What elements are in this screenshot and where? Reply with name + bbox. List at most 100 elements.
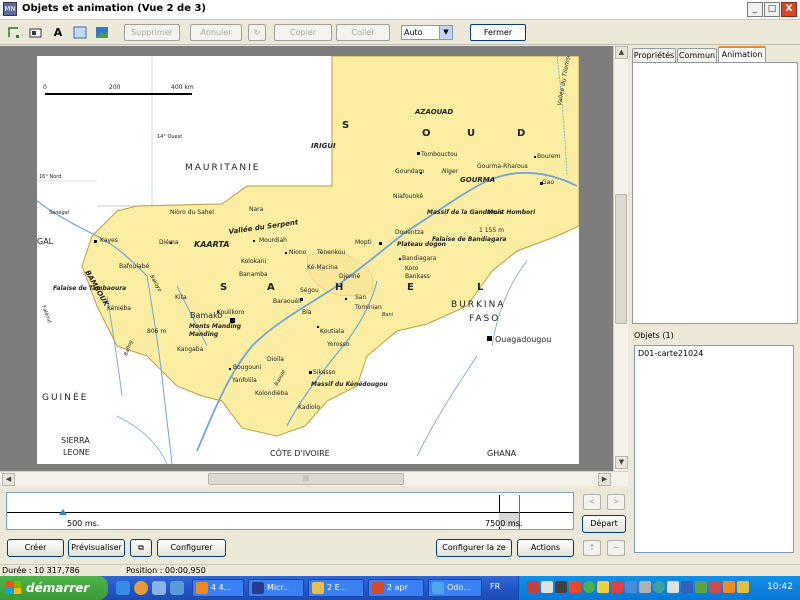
configurer-lente-button[interactable]: Configurer la ze [436, 539, 512, 557]
tab-commun[interactable]: Commun [677, 48, 717, 63]
ie-icon[interactable] [116, 581, 130, 595]
tray-icon-11[interactable] [667, 581, 679, 593]
move-up-button[interactable]: ↑ [583, 540, 601, 556]
tray-icon-1[interactable] [527, 581, 539, 593]
warning-icon[interactable] [597, 581, 609, 593]
tray-icon-3[interactable] [555, 581, 567, 593]
minimize-button[interactable]: _ [747, 2, 763, 17]
taskbar: démarrer 4 4... Micr... 2 E... 2 apr Odo… [0, 576, 800, 600]
label-niono: Niono [289, 249, 307, 256]
previsualiser-button[interactable]: Prévisualiser [68, 539, 125, 557]
creer-button[interactable]: Créer [7, 539, 64, 557]
horizontal-scrollbar[interactable]: ◀ ||| ▶ [0, 471, 628, 486]
toolbar: A Supprimer Annuler ↻ Copier Coller Auto… [0, 21, 800, 45]
depart-button[interactable]: Départ [582, 515, 626, 533]
start-label: démarrer [26, 581, 90, 595]
status-position: Position : 00:00,950 [126, 566, 206, 575]
tray-icon-9[interactable] [639, 581, 651, 593]
latitude-label: 16° Nord [39, 174, 61, 180]
taskbar-item-2[interactable]: Micr... [248, 579, 304, 597]
label-nioro: Nioro du Sahel [170, 209, 214, 216]
tab-proprietes[interactable]: Propriétés [632, 48, 676, 63]
tray-icon-8[interactable] [625, 581, 637, 593]
label-sahel-h: H [335, 282, 343, 293]
configurer-button[interactable]: Configurer [157, 539, 226, 557]
close-view-button[interactable]: Fermer [470, 24, 526, 41]
tray-icon-7[interactable] [611, 581, 623, 593]
tray-icon-12[interactable] [681, 581, 693, 593]
paste-button[interactable]: Coller [336, 24, 390, 41]
tray-icon-15[interactable] [723, 581, 735, 593]
timeline[interactable]: 500 ms. 7500 ms. [6, 492, 574, 530]
horizontal-scroll-thumb[interactable]: ||| [208, 473, 404, 485]
tray-icon-2[interactable] [541, 581, 553, 593]
next-keyframe-button[interactable]: > [607, 494, 625, 510]
label-niafounke: Niafounké [393, 193, 423, 200]
tab-animation[interactable]: Animation [718, 46, 766, 63]
label-koutiala: Koutiala [320, 328, 344, 335]
close-button[interactable]: X [781, 2, 797, 17]
label-tombouctou: Tombouctou [420, 151, 458, 158]
scale-label-400: 400 km [171, 84, 194, 91]
actions-button[interactable]: Actions [517, 539, 574, 557]
tray-icon-13[interactable] [695, 581, 707, 593]
clock[interactable]: 10:42 [767, 582, 793, 592]
vertical-scrollbar[interactable]: ▲ ▼ [613, 46, 628, 471]
map-image[interactable]: 0 200 400 km 14° Ouest 16° Nord IRIGUI A… [37, 56, 579, 464]
taskbar-item-4[interactable]: 2 apr [368, 579, 424, 597]
label-goundam: Goundam [395, 168, 424, 175]
prev-keyframe-button[interactable]: < [583, 494, 601, 510]
firefox-icon[interactable] [134, 581, 148, 595]
tray-icon-14[interactable] [709, 581, 721, 593]
zoom-select[interactable]: Auto ▼ [401, 25, 453, 40]
copy-icon[interactable]: ⧉ [130, 539, 152, 557]
vertical-scroll-thumb[interactable] [615, 194, 627, 324]
language-indicator[interactable]: FR [490, 582, 500, 591]
redo-button[interactable]: ↻ [248, 24, 266, 41]
app-icon[interactable]: MN [3, 2, 17, 16]
start-button[interactable]: démarrer [0, 576, 108, 600]
window-title: Objets et animation (Vue 2 de 3) [22, 3, 206, 14]
move-down-button[interactable]: − [607, 540, 625, 556]
label-kolokani: Kolokani [241, 258, 266, 265]
undo-button[interactable]: Annuler [190, 24, 242, 41]
taskbar-item-3[interactable]: 2 E... [308, 579, 364, 597]
label-hombori-alt: 1 155 m [479, 227, 504, 234]
label-falaise-bandiagara: Falaise de Bandiagara [432, 236, 506, 243]
tray-icon-10[interactable] [653, 581, 665, 593]
label-bafoulabe: Bafoulabé [119, 263, 150, 270]
tray-icon-5[interactable] [583, 581, 595, 593]
taskbar-item-5[interactable]: Odo... [428, 579, 482, 597]
scroll-down-icon[interactable]: ▼ [615, 456, 628, 469]
media-icon[interactable] [170, 581, 184, 595]
delete-button[interactable]: Supprimer [124, 24, 180, 41]
start-marker-icon[interactable] [59, 509, 67, 515]
list-item[interactable]: D01-carte21024 [638, 349, 790, 358]
label-baraouli: Baraouéli [273, 298, 302, 305]
explorer-icon[interactable] [152, 581, 166, 595]
label-guinee: GUINÉE [42, 391, 88, 403]
tray-icon-4[interactable] [569, 581, 581, 593]
label-bani-river: Bani [382, 312, 394, 318]
scroll-up-icon[interactable]: ▲ [615, 46, 628, 59]
select-icon[interactable] [6, 25, 22, 40]
label-kolondieba: Kolondiéba [255, 390, 288, 397]
rectangle-icon[interactable] [72, 25, 88, 40]
objects-list[interactable]: D01-carte21024 [634, 345, 794, 553]
label-mopti: Mopti [355, 239, 372, 246]
label-diema: Diéma [159, 239, 179, 246]
scroll-right-icon[interactable]: ▶ [598, 473, 611, 486]
scale-label-0: 0 [43, 84, 47, 91]
speaker-icon[interactable] [737, 581, 749, 593]
label-senegal-country: GAL [37, 237, 54, 246]
label-kaarta: KAARTA [194, 240, 229, 249]
picture-icon[interactable] [94, 25, 110, 40]
copy-button[interactable]: Copier [274, 24, 332, 41]
image-icon[interactable] [28, 25, 44, 40]
taskbar-item-1[interactable]: 4 4... [192, 579, 244, 597]
maximize-button[interactable]: □ [764, 2, 780, 17]
text-icon[interactable]: A [50, 25, 66, 40]
label-yorosso: Yorosso [326, 341, 350, 348]
scroll-left-icon[interactable]: ◀ [2, 473, 15, 486]
label-koro: Koro [405, 265, 419, 272]
